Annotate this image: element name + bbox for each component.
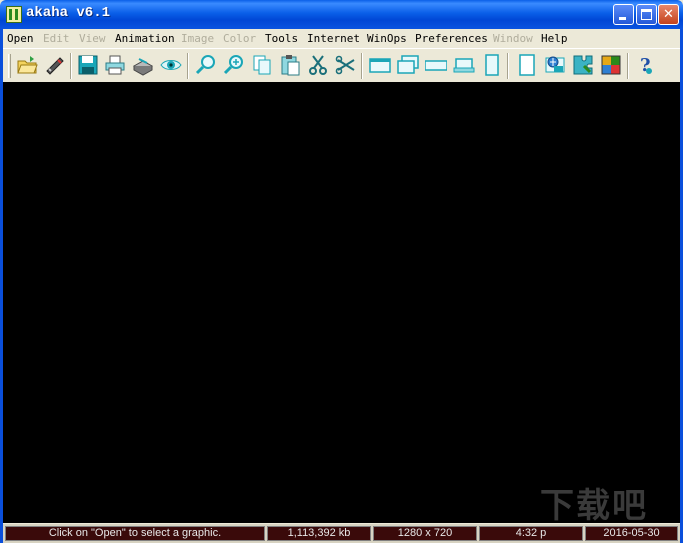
menu-animation[interactable]: Animation <box>115 32 175 45</box>
toolbar: ? <box>3 48 680 81</box>
puzzle-blue-icon[interactable] <box>572 54 594 76</box>
watermark: 下载吧 <box>540 486 648 526</box>
zoom-in-icon[interactable] <box>195 54 217 76</box>
menu-internet[interactable]: Internet <box>307 32 360 45</box>
status-memory: 1,113,392 kb <box>267 526 371 541</box>
save-icon[interactable] <box>77 54 99 76</box>
status-bar: Click on "Open" to select a graphic. 1,1… <box>3 524 680 543</box>
title-bar[interactable]: akaha v6.1 ✕ <box>0 0 683 29</box>
toolbar-grip[interactable] <box>8 54 11 78</box>
menu-view[interactable]: View <box>79 32 106 45</box>
menu-window[interactable]: Window <box>493 32 533 45</box>
status-date: 2016-05-30 <box>585 526 678 541</box>
cut-icon[interactable] <box>307 54 329 76</box>
puzzle-color-icon[interactable] <box>600 54 622 76</box>
window-tile-icon[interactable] <box>397 54 419 76</box>
paste-icon[interactable] <box>279 54 301 76</box>
close-icon: ✕ <box>663 7 674 22</box>
toolbar-separator <box>187 53 189 79</box>
window-title: akaha v6.1 <box>26 5 111 21</box>
window-tall-icon[interactable] <box>481 54 503 76</box>
menu-preferences[interactable]: Preferences <box>415 32 488 45</box>
zoom-out-icon[interactable] <box>223 54 245 76</box>
toolbar-separator <box>507 53 509 79</box>
toolbar-separator <box>70 53 72 79</box>
scan-print-icon[interactable] <box>132 54 154 76</box>
menu-tools[interactable]: Tools <box>265 32 298 45</box>
menu-bar: Open Edit View Animation Image Color Too… <box>3 29 680 48</box>
window-min-icon[interactable] <box>453 54 475 76</box>
minimize-icon <box>619 17 626 20</box>
status-message: Click on "Open" to select a graphic. <box>5 526 265 541</box>
menu-edit[interactable]: Edit <box>43 32 70 45</box>
menu-open[interactable]: Open <box>7 32 34 45</box>
app-window: akaha v6.1 ✕ Open Edit View Animation Im… <box>0 0 683 543</box>
toolbar-separator <box>361 53 363 79</box>
menu-winops[interactable]: WinOps <box>367 32 407 45</box>
scanner-icon[interactable] <box>44 54 66 76</box>
window-cascade-icon[interactable] <box>369 54 391 76</box>
image-canvas[interactable] <box>3 82 680 523</box>
page-icon[interactable] <box>516 54 538 76</box>
eye-view-icon[interactable] <box>160 54 182 76</box>
help-icon[interactable]: ? <box>635 54 657 76</box>
copy-icon[interactable] <box>251 54 273 76</box>
crop-icon[interactable] <box>335 54 357 76</box>
web-icon[interactable] <box>544 54 566 76</box>
open-folder-icon[interactable] <box>16 54 38 76</box>
status-resolution: 1280 x 720 <box>373 526 477 541</box>
toolbar-separator <box>627 53 629 79</box>
window-wide-icon[interactable] <box>425 54 447 76</box>
status-time: 4:32 p <box>479 526 583 541</box>
app-logo-icon[interactable] <box>6 6 22 23</box>
menu-image[interactable]: Image <box>181 32 214 45</box>
maximize-button[interactable] <box>636 4 657 25</box>
minimize-button[interactable] <box>613 4 634 25</box>
maximize-icon <box>641 9 652 20</box>
close-button[interactable]: ✕ <box>658 4 679 25</box>
menu-help[interactable]: Help <box>541 32 568 45</box>
menu-color[interactable]: Color <box>223 32 256 45</box>
print-icon[interactable] <box>104 54 126 76</box>
